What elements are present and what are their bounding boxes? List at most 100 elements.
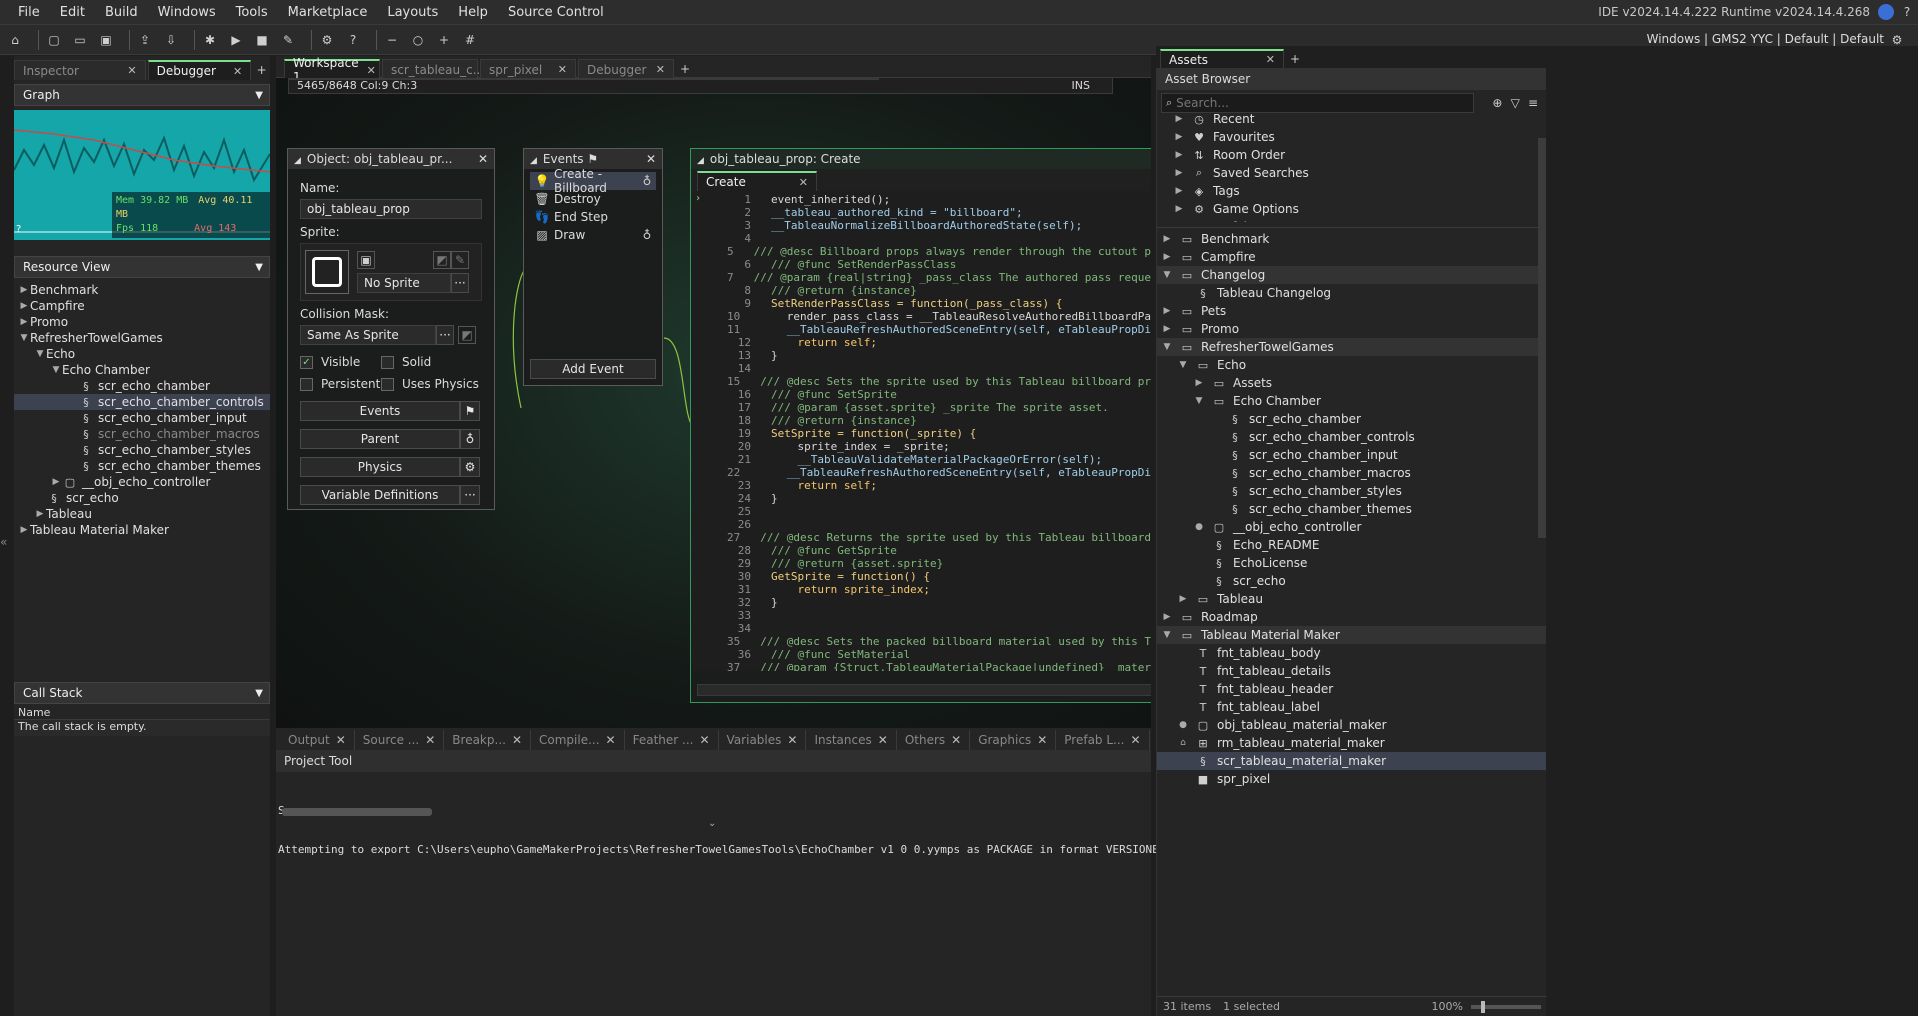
asset-tree-item[interactable]: ■ spr_pixel xyxy=(1157,770,1546,788)
asset-quick-item[interactable]: ▶ ⌕ Saved Searches xyxy=(1157,164,1546,182)
events-window-titlebar[interactable]: ◢ Events ⚑ ✕ xyxy=(524,149,662,169)
edit-sprite-icon[interactable]: ◩ xyxy=(433,251,451,269)
chevron-right-icon[interactable]: ▶ xyxy=(1173,150,1185,160)
asset-tree-item[interactable]: ● ▢ obj_tableau_material_maker xyxy=(1157,716,1546,734)
menu-tools[interactable]: Tools xyxy=(236,5,268,20)
mask-field[interactable]: Same As Sprite xyxy=(300,325,436,345)
menu-windows[interactable]: Windows xyxy=(158,5,216,20)
add-tab-icon[interactable]: + xyxy=(1286,50,1304,68)
new-project-icon[interactable]: ▢ xyxy=(45,31,63,49)
chevron-right-icon[interactable]: ▶ xyxy=(1173,132,1185,142)
resource-tree-item[interactable]: § scr_echo xyxy=(14,490,270,506)
state-marker[interactable]: ● xyxy=(1193,522,1205,532)
chevron-right-icon[interactable]: ▶ xyxy=(18,525,30,535)
asset-tree-item[interactable]: § EchoLicense xyxy=(1157,554,1546,572)
resource-tree-item[interactable]: § scr_echo_chamber_themes xyxy=(14,458,270,474)
menu-build[interactable]: Build xyxy=(105,5,138,20)
asset-tree-item[interactable]: ▼ ▭ RefresherTowelGames xyxy=(1157,338,1546,356)
asset-quick-item[interactable]: ▶❒Prefabs xyxy=(1157,218,1546,222)
home-icon[interactable]: ⌂ xyxy=(6,31,24,49)
asset-quick-item[interactable]: ▶ ◷ Recent xyxy=(1157,110,1546,128)
chevron-right-icon[interactable]: ▶ xyxy=(1161,306,1173,316)
asset-tree-item[interactable]: Tfnt_tableau_details xyxy=(1157,662,1546,680)
menu-layouts[interactable]: Layouts xyxy=(387,5,438,20)
grid-icon[interactable]: # xyxy=(461,31,479,49)
collapse-icon[interactable]: ◢ xyxy=(530,156,537,166)
close-icon[interactable]: ✕ xyxy=(336,733,346,747)
close-icon[interactable]: ✕ xyxy=(646,152,656,166)
collapse-left-icon[interactable]: « xyxy=(0,535,7,549)
target-selector[interactable]: Windows | GMS2 YYC | Default | Default xyxy=(1647,32,1884,46)
close-icon[interactable]: ✕ xyxy=(1266,53,1275,66)
state-marker[interactable]: ⌂ xyxy=(1177,738,1189,748)
menu-edit[interactable]: Edit xyxy=(60,5,85,20)
asset-tree-item[interactable]: ▶ ▭ Assets xyxy=(1157,374,1546,392)
open-project-icon[interactable]: ▭ xyxy=(71,31,89,49)
variables-more-icon[interactable]: ··· xyxy=(460,485,480,505)
asset-tree-item[interactable]: § scr_tableau_material_maker xyxy=(1157,752,1546,770)
output-tab[interactable]: Graphics ✕ xyxy=(970,730,1057,750)
asset-tree-item[interactable]: ▶ ▭ Promo xyxy=(1157,320,1546,338)
close-icon[interactable]: ✕ xyxy=(1130,733,1140,747)
expand-down-icon[interactable]: ⌄ xyxy=(708,818,716,829)
resource-tree-item[interactable]: ▶ Tableau Material Maker xyxy=(14,522,270,538)
debug-icon[interactable]: ✱ xyxy=(201,31,219,49)
asset-tree-item[interactable]: § scr_echo xyxy=(1157,572,1546,590)
paint-icon[interactable]: ✎ xyxy=(451,251,469,269)
tab-scr-tableau[interactable]: scr_tableau_c...✕ xyxy=(382,59,501,79)
chevron-right-icon[interactable]: ▶ xyxy=(1161,324,1173,334)
asset-tree-item[interactable]: ● ▢ __obj_echo_controller xyxy=(1157,518,1546,536)
asset-quick-item[interactable]: ▶ ♥ Favourites xyxy=(1157,128,1546,146)
asset-search-input[interactable] xyxy=(1176,96,1467,110)
resource-tree-item[interactable]: ▼ RefresherTowelGames xyxy=(14,330,270,346)
output-tab[interactable]: Prefab L... ✕ xyxy=(1056,730,1150,750)
tab-workspace-1[interactable]: Workspace 1 ✕ xyxy=(284,56,380,84)
chevron-right-icon[interactable]: ▶ xyxy=(1173,114,1185,124)
asset-tree-item[interactable]: ▶ ▭ Campfire xyxy=(1157,248,1546,266)
run-icon[interactable]: ▶ xyxy=(227,31,245,49)
output-h-scrollbar[interactable] xyxy=(282,808,432,816)
events-button[interactable]: Events xyxy=(300,401,460,421)
output-tab[interactable]: Others ✕ xyxy=(897,730,971,750)
close-icon[interactable]: ✕ xyxy=(233,65,242,78)
chevron-right-icon[interactable]: ▶ xyxy=(18,301,30,311)
add-event-button[interactable]: Add Event xyxy=(530,359,656,379)
chevron-right-icon[interactable]: ▶ xyxy=(1173,186,1185,196)
close-icon[interactable]: ✕ xyxy=(558,63,567,76)
chevron-right-icon[interactable]: ▶ xyxy=(18,285,30,295)
output-tab[interactable]: Output ✕ xyxy=(280,730,355,750)
asset-tree-item[interactable]: ▼ ▭ Echo xyxy=(1157,356,1546,374)
chevron-right-icon[interactable]: ▶ xyxy=(18,317,30,327)
chevron-right-icon[interactable]: ▶ xyxy=(1173,204,1185,214)
visible-checkbox[interactable]: ✓ xyxy=(300,355,313,369)
zoom-in-icon[interactable]: + xyxy=(435,31,453,49)
asset-tree-item[interactable]: § scr_echo_chamber_styles xyxy=(1157,482,1546,500)
variable-definitions-button[interactable]: Variable Definitions xyxy=(300,485,460,505)
code-window-titlebar[interactable]: ◢ obj_tableau_prop: Create xyxy=(691,149,1151,169)
state-marker[interactable]: ● xyxy=(1177,720,1189,730)
close-icon[interactable]: ✕ xyxy=(1037,733,1047,747)
resource-tree-item[interactable]: ▶ Promo xyxy=(14,314,270,330)
sprite-more-button[interactable]: ··· xyxy=(451,273,469,293)
help-icon[interactable]: ? xyxy=(344,31,362,49)
tab-debugger[interactable]: Debugger ✕ xyxy=(147,60,252,80)
resource-tree-item[interactable]: ▶ ▢ __obj_echo_controller xyxy=(14,474,270,490)
asset-tree-item[interactable]: § scr_echo_chamber xyxy=(1157,410,1546,428)
close-icon[interactable]: ✕ xyxy=(951,733,961,747)
tab-spr-pixel[interactable]: spr_pixel ✕ xyxy=(480,59,576,79)
output-tab[interactable]: Variables ✕ xyxy=(719,730,807,750)
chevron-right-icon[interactable]: ▶ xyxy=(50,477,62,487)
chevron-down-icon[interactable]: ▼ xyxy=(34,349,46,359)
chevron-right-icon[interactable]: ▶ xyxy=(1193,378,1205,388)
chevron-down-icon[interactable]: ▼ xyxy=(1161,342,1173,352)
new-sprite-icon[interactable]: ▣ xyxy=(357,251,375,269)
stop-icon[interactable]: ■ xyxy=(253,31,271,49)
asset-tree-item[interactable]: ▶ ▭ Roadmap xyxy=(1157,608,1546,626)
output-tab[interactable]: Compile... ✕ xyxy=(531,730,625,750)
resource-tree-item[interactable]: § scr_echo_chamber_controls xyxy=(14,394,270,410)
help-circle-icon[interactable]: ? xyxy=(1898,3,1916,21)
asset-tree-item[interactable]: ▼ ▭ Echo Chamber xyxy=(1157,392,1546,410)
chevron-down-icon[interactable]: ▼ xyxy=(1177,360,1189,370)
output-tab[interactable]: Feather ... ✕ xyxy=(625,730,719,750)
chevron-right-icon[interactable]: ▶ xyxy=(1161,234,1173,244)
